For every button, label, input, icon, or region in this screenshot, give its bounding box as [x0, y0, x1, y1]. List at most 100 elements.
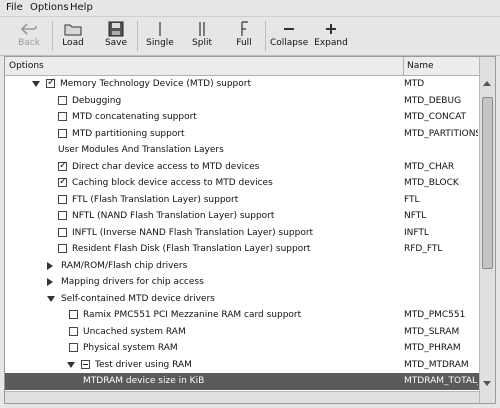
- tree-row[interactable]: Uncached system RAM MTD_SLRAM: [5, 324, 479, 341]
- option-label: MTD partitioning support: [72, 128, 185, 139]
- back-label: Back: [18, 38, 40, 48]
- horizontal-scrollbar[interactable]: [5, 391, 479, 403]
- menu-bar: File Options Help: [0, 0, 500, 16]
- option-checkbox[interactable]: [58, 95, 67, 105]
- option-checkbox[interactable]: [58, 244, 67, 253]
- single-label: Single: [146, 38, 174, 48]
- option-checkbox[interactable]: [58, 112, 67, 121]
- tree-row[interactable]: Self-contained MTD device drivers: [5, 291, 479, 308]
- toolbar-separator: [137, 21, 138, 51]
- option-symbol-name: MTD_MTDRAM: [404, 359, 469, 370]
- tristate-box-icon[interactable]: [81, 359, 90, 369]
- minus-icon: [284, 28, 294, 30]
- tree-row[interactable]: Debugging MTD_DEBUG: [5, 93, 479, 110]
- collapse-label: Collapse: [270, 38, 309, 48]
- split-view-button[interactable]: Split: [187, 19, 217, 53]
- option-symbol-name: MTD: [404, 79, 425, 89]
- option-checkbox[interactable]: [58, 194, 67, 204]
- option-checkbox[interactable]: [58, 128, 67, 138]
- split-label: Split: [192, 38, 212, 48]
- options-tree[interactable]: Options Name Memory Technology Device (M…: [4, 56, 496, 404]
- option-label: Caching block device access to MTD devic…: [72, 178, 273, 188]
- option-checkbox[interactable]: [69, 326, 78, 336]
- toolbar-separator: [52, 21, 53, 51]
- option-label: RAM/ROM/Flash chip drivers: [61, 260, 188, 271]
- single-view-button[interactable]: Single: [144, 19, 176, 53]
- expand-button[interactable]: Expand: [313, 19, 349, 53]
- option-symbol-name: MTD_PARTITIONS: [404, 128, 478, 139]
- folder-icon: [64, 24, 82, 36]
- tree-row[interactable]: Memory Technology Device (MTD) support MT…: [5, 76, 479, 93]
- option-label: Uncached system RAM: [83, 326, 186, 337]
- load-button[interactable]: Load: [58, 19, 88, 53]
- vertical-scrollbar[interactable]: [479, 57, 495, 403]
- tree-row[interactable]: RAM/ROM/Flash chip drivers: [5, 258, 479, 275]
- full-label: Full: [236, 38, 252, 48]
- back-button[interactable]: Back: [14, 19, 44, 53]
- tree-row[interactable]: Ramix PMC551 PCI Mezzanine RAM card supp…: [5, 307, 479, 324]
- tree-row[interactable]: INFTL (Inverse NAND Flash Translation La…: [5, 225, 479, 242]
- option-checkbox[interactable]: [58, 176, 67, 187]
- column-header: Options Name: [5, 57, 479, 76]
- option-label: User Modules And Translation Layers: [58, 145, 224, 155]
- tree-row[interactable]: Resident Flash Disk (Flash Translation L…: [5, 241, 479, 258]
- options-column-header[interactable]: Options: [9, 57, 44, 75]
- column-divider[interactable]: [403, 57, 404, 75]
- option-label: Debugging: [72, 95, 122, 106]
- option-label: Ramix PMC551 PCI Mezzanine RAM card supp…: [83, 310, 302, 320]
- tree-row[interactable]: Test driver using RAM MTD_MTDRAM: [5, 357, 479, 374]
- full-pane-icon: [241, 21, 248, 36]
- tree-row[interactable]: Mapping drivers for chip access: [5, 274, 479, 291]
- option-label: Self-contained MTD device drivers: [61, 293, 215, 304]
- tree-row[interactable]: MTD concatenating support MTD_CONCAT: [5, 109, 479, 126]
- option-label: INFTL (Inverse NAND Flash Translation La…: [72, 227, 314, 238]
- option-label: Test driver using RAM: [95, 359, 192, 370]
- option-label: MTDRAM device size in KiB: [83, 376, 205, 386]
- floppy-disk-icon: [108, 21, 124, 37]
- option-label: Resident Flash Disk (Flash Translation L…: [72, 244, 311, 254]
- save-button[interactable]: Save: [101, 19, 131, 53]
- scroll-down-arrow-icon[interactable]: [482, 378, 493, 389]
- toolbar-separator: [265, 21, 266, 51]
- option-checkbox[interactable]: [58, 227, 67, 237]
- toolbar: Back Load Save Single Split Full Collaps…: [0, 16, 500, 56]
- option-symbol-name: MTD_CHAR: [404, 161, 455, 172]
- option-checkbox[interactable]: [69, 310, 78, 319]
- split-pane-icon: [199, 22, 205, 36]
- option-checkbox[interactable]: [58, 211, 67, 220]
- collapse-button[interactable]: Collapse: [270, 19, 308, 53]
- tree-row[interactable]: NFTL (NAND Flash Translation Layer) supp…: [5, 208, 479, 225]
- option-symbol-name: RFD_FTL: [404, 244, 443, 254]
- full-view-button[interactable]: Full: [229, 19, 259, 53]
- load-label: Load: [62, 38, 84, 48]
- option-label: Physical system RAM: [83, 343, 178, 353]
- menu-help[interactable]: Help: [70, 2, 93, 13]
- expander-collapsed-icon[interactable]: [47, 278, 53, 286]
- option-label: Mapping drivers for chip access: [61, 277, 204, 287]
- option-checkbox[interactable]: [58, 160, 67, 171]
- tree-row[interactable]: User Modules And Translation Layers: [5, 142, 479, 159]
- menu-options[interactable]: Options: [30, 2, 69, 13]
- option-symbol-name: MTD_PMC551: [404, 310, 466, 320]
- option-checkbox[interactable]: [69, 343, 78, 352]
- scroll-up-arrow-icon[interactable]: [482, 78, 493, 89]
- tree-row[interactable]: Caching block device access to MTD devic…: [5, 175, 479, 192]
- menu-file[interactable]: File: [6, 2, 23, 13]
- option-checkbox[interactable]: [46, 77, 55, 88]
- option-label: MTD concatenating support: [72, 112, 197, 122]
- option-symbol-name: [404, 291, 478, 308]
- tree-row[interactable]: MTD partitioning support MTD_PARTITIONS: [5, 126, 479, 143]
- expander-collapsed-icon[interactable]: [47, 261, 53, 270]
- expander-expanded-icon[interactable]: [47, 295, 55, 302]
- expander-expanded-icon[interactable]: [67, 361, 75, 368]
- single-pane-icon: [159, 22, 161, 36]
- expander-expanded-icon[interactable]: [32, 81, 40, 87]
- scrollbar-thumb[interactable]: [482, 97, 493, 269]
- name-column-header[interactable]: Name: [407, 57, 434, 75]
- tree-row[interactable]: FTL (Flash Translation Layer) support FTL: [5, 192, 479, 209]
- tree-row[interactable]: Direct char device access to MTD devices…: [5, 159, 479, 176]
- tree-row[interactable]: Physical system RAM MTD_PHRAM: [5, 340, 479, 357]
- tree-row[interactable]: MTDRAM device size in KiB MTDRAM_TOTAL_S: [5, 373, 479, 390]
- option-symbol-name: MTD_CONCAT: [404, 112, 467, 122]
- option-symbol-name: MTD_SLRAM: [404, 326, 460, 337]
